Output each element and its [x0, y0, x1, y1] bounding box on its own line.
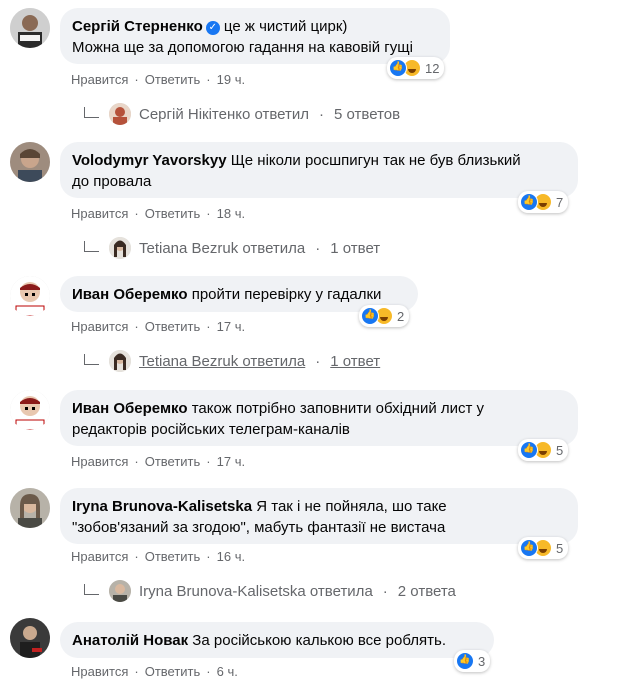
reactions-badge[interactable]: 5 — [518, 537, 569, 559]
comment-text: "зобов'язаний за згодою", мабуть фантазі… — [72, 519, 446, 536]
view-replies[interactable]: Tetiana Bezruk ответила · 1 ответ — [84, 237, 380, 259]
reply-arrow-icon — [84, 583, 99, 595]
timestamp[interactable]: 17 ч. — [217, 319, 245, 334]
view-replies[interactable]: Сергій Нікітенко ответил · 5 ответов — [84, 103, 400, 125]
comment-text: Можна ще за допомогою гадання на кавовій… — [72, 39, 413, 56]
comment-author[interactable]: Сергій Стерненко — [72, 18, 203, 35]
timestamp[interactable]: 6 ч. — [217, 664, 238, 679]
avatar[interactable] — [10, 618, 50, 658]
avatar — [109, 580, 131, 602]
reaction-count: 3 — [478, 653, 486, 669]
comment-bubble: Iryna Brunova-Kalisetska Я так і не пойн… — [60, 488, 578, 544]
replies-author[interactable]: Tetiana Bezruk ответила — [139, 353, 305, 370]
timestamp[interactable]: 18 ч. — [217, 206, 245, 221]
reaction-count: 12 — [425, 60, 440, 76]
reactions-badge[interactable]: 2 — [359, 305, 410, 327]
reactions-badge[interactable]: 12 — [387, 57, 445, 79]
view-replies[interactable]: Iryna Brunova-Kalisetska ответила · 2 отве… — [84, 580, 456, 602]
comment-text: Ще ніколи росшпигун так не був близький — [226, 152, 521, 169]
like-button[interactable]: Нравится — [71, 549, 128, 564]
comment-bubble: Сергій Стерненко ✓ це ж чистий цирк) Можн… — [60, 8, 450, 64]
reply-button[interactable]: Ответить — [145, 319, 201, 334]
reply-button[interactable]: Ответить — [145, 72, 201, 87]
comment-text: це ж чистий цирк) — [219, 18, 348, 35]
comment-author[interactable]: Иван Оберемко — [72, 400, 188, 417]
replies-author[interactable]: Сергій Нікітенко ответил — [139, 106, 309, 123]
reply-button[interactable]: Ответить — [145, 454, 201, 469]
avatar — [109, 350, 131, 372]
reactions-badge[interactable]: 7 — [518, 191, 569, 213]
replies-author[interactable]: Iryna Brunova-Kalisetska ответила — [139, 583, 373, 600]
comment-author[interactable]: Iryna Brunova-Kalisetska — [72, 498, 252, 515]
reply-button[interactable]: Ответить — [145, 664, 201, 679]
replies-count[interactable]: 1 ответ — [330, 353, 380, 370]
like-button[interactable]: Нравится — [71, 319, 128, 334]
timestamp[interactable]: 17 ч. — [217, 454, 245, 469]
comment-actions: Нравится · Ответить · 19 ч. — [71, 72, 246, 87]
comment-bubble: Иван Оберемко також потрібно заповнити о… — [60, 390, 578, 446]
comments-list: Сергій Стерненко ✓ це ж чистий цирк) Можн… — [0, 0, 621, 688]
reaction-count: 5 — [556, 442, 564, 458]
like-button[interactable]: Нравится — [71, 454, 128, 469]
comment-text: редакторів російських телеграм-каналів — [72, 421, 350, 438]
comment-text: до провала — [72, 173, 152, 190]
comment-actions: Нравится · Ответить · 17 ч. — [71, 319, 246, 334]
avatar — [109, 237, 131, 259]
like-reaction-icon — [520, 539, 538, 557]
reaction-count: 2 — [397, 308, 405, 324]
like-button[interactable]: Нравится — [71, 664, 128, 679]
timestamp[interactable]: 16 ч. — [217, 549, 245, 564]
comment-text: також потрібно заповнити обхідний лист у — [187, 400, 485, 417]
like-button[interactable]: Нравится — [71, 72, 128, 87]
like-reaction-icon — [389, 59, 407, 77]
like-button[interactable]: Нравится — [71, 206, 128, 221]
view-replies[interactable]: Tetiana Bezruk ответила · 1 ответ — [84, 350, 380, 372]
reply-arrow-icon — [84, 353, 99, 365]
comment-actions: Нравится · Ответить · 6 ч. — [71, 664, 238, 679]
comment-text: За російською калькою все роблять. — [188, 632, 447, 649]
reaction-count: 7 — [556, 194, 564, 210]
reply-button[interactable]: Ответить — [145, 206, 201, 221]
avatar — [109, 103, 131, 125]
avatar[interactable] — [10, 142, 50, 182]
like-reaction-icon — [456, 652, 474, 670]
replies-count[interactable]: 5 ответов — [334, 106, 400, 123]
comment-actions: Нравится · Ответить · 16 ч. — [71, 549, 246, 564]
reply-arrow-icon — [84, 106, 99, 118]
reply-button[interactable]: Ответить — [145, 549, 201, 564]
avatar[interactable] — [10, 488, 50, 528]
verified-badge-icon: ✓ — [205, 21, 220, 35]
comment-author[interactable]: Volodymyr Yavorskyy — [72, 152, 227, 169]
comment-actions: Нравится · Ответить · 18 ч. — [71, 206, 246, 221]
avatar[interactable] — [10, 390, 50, 430]
reply-arrow-icon — [84, 240, 99, 252]
comment-text: Я так і не пойняла, шо таке — [252, 498, 447, 515]
reaction-count: 5 — [556, 540, 564, 556]
reactions-badge[interactable]: 5 — [518, 439, 569, 461]
like-reaction-icon — [520, 441, 538, 459]
replies-author[interactable]: Tetiana Bezruk ответила — [139, 240, 305, 257]
comment-bubble: Volodymyr Yavorskyy Ще ніколи росшпигун … — [60, 142, 578, 198]
comment-actions: Нравится · Ответить · 17 ч. — [71, 454, 246, 469]
comment-text: пройти перевірку у гадалки — [187, 286, 382, 303]
replies-count[interactable]: 2 ответа — [398, 583, 456, 600]
comment-author[interactable]: Иван Оберемко — [72, 286, 188, 303]
timestamp[interactable]: 19 ч. — [217, 72, 245, 87]
avatar[interactable] — [10, 276, 50, 316]
like-reaction-icon — [361, 307, 379, 325]
avatar[interactable] — [10, 8, 50, 48]
like-reaction-icon — [520, 193, 538, 211]
reactions-badge[interactable]: 3 — [454, 650, 491, 672]
replies-count[interactable]: 1 ответ — [330, 240, 380, 257]
comment-author[interactable]: Анатолій Новак — [72, 632, 188, 649]
comment-bubble: Анатолій Новак За російською калькою все… — [60, 622, 494, 658]
